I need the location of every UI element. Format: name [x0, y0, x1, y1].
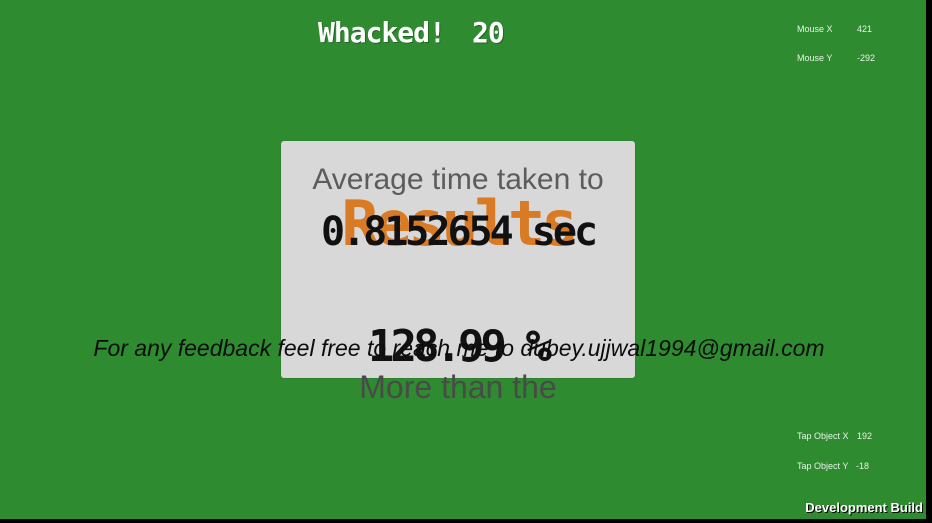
debug-mouse-x-label: Mouse X: [797, 24, 833, 34]
game-viewport: Whacked! 20 Mouse X 421 Mouse Y -292 Tap…: [0, 0, 926, 519]
whacked-label: Whacked!: [318, 16, 446, 49]
average-time-value: 0.8152654 sec: [320, 209, 598, 255]
more-than-label: More than the: [359, 369, 557, 405]
development-build-watermark: Development Build: [805, 500, 923, 515]
debug-mouse-y-label: Mouse Y: [797, 53, 833, 63]
debug-tap-y-label: Tap Object Y: [797, 461, 849, 471]
feedback-message: For any feedback feel free to reach me t…: [93, 335, 825, 361]
debug-tap-x-value: 192: [857, 431, 873, 441]
whacked-count: 20: [472, 16, 505, 49]
average-time-label: Average time taken to: [312, 163, 604, 196]
debug-tap-y-value: -18: [856, 461, 870, 471]
debug-mouse-y-value: -292: [857, 53, 876, 63]
debug-tap-x-label: Tap Object X: [797, 431, 849, 441]
debug-mouse-x-value: 421: [857, 24, 873, 34]
